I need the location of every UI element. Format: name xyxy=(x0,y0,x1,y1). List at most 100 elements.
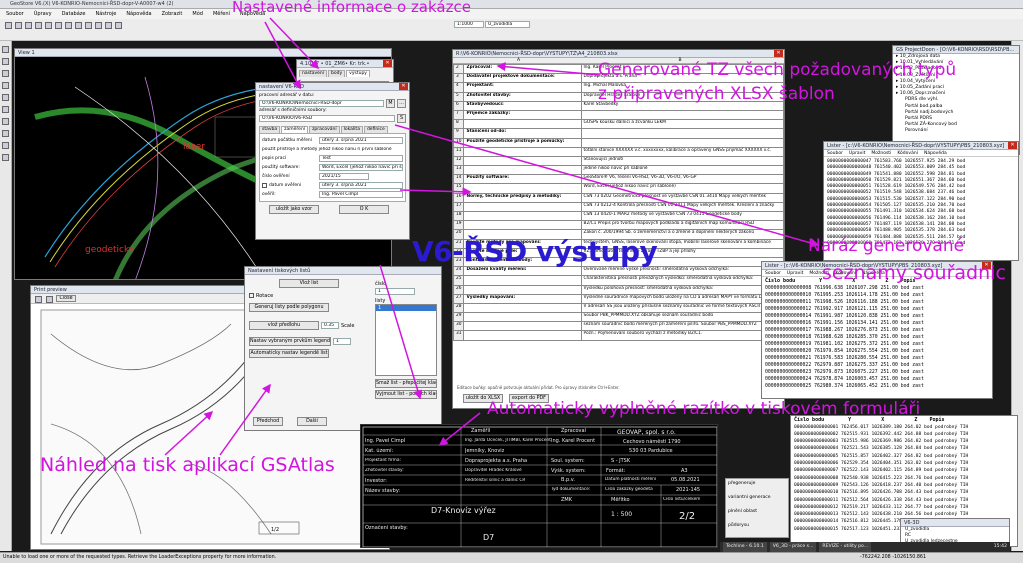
tool-icon[interactable] xyxy=(95,22,102,29)
tz-value-cell[interactable] xyxy=(580,137,784,148)
menu-item[interactable]: Databáze xyxy=(62,9,86,19)
tz-value-cell[interactable]: GOSPS kousku dálnici a žcvaňku LEKM xyxy=(580,119,784,130)
menu-item[interactable]: Nástroje xyxy=(95,9,116,19)
tab-lokalita[interactable]: lokalita xyxy=(340,126,363,133)
tool-icon[interactable] xyxy=(25,22,32,29)
tz-value-cell[interactable]: seznam souřadnic bodů měřených při zaměř… xyxy=(580,321,784,332)
tz-key-cell[interactable]: Projektant: xyxy=(463,82,582,93)
scale-combo[interactable]: 1:1000 xyxy=(454,21,484,28)
verified-by-input[interactable]: Ing. Pavel Cimpl xyxy=(319,191,403,198)
tab-zamereni[interactable]: zaměření xyxy=(281,126,309,133)
tz-row[interactable]: 26 Výsledku polohová přesnost: směrodatná… xyxy=(453,284,784,295)
tz-row[interactable]: 12 Stanovující jednotí xyxy=(453,155,784,167)
tool-icon[interactable] xyxy=(55,22,62,29)
menu-item[interactable]: Mód xyxy=(192,9,203,19)
tz-key-cell[interactable]: Dosažení kvality měření: xyxy=(463,266,582,277)
tool-icon[interactable] xyxy=(105,22,112,29)
tz-key-cell[interactable] xyxy=(463,183,582,194)
tz-value-cell[interactable]: Charakteristika přesnosti převážných výs… xyxy=(580,275,784,286)
tz-row[interactable]: 7 Příjemce zakázky: xyxy=(453,109,784,121)
list-item[interactable]: 0000000000000024 762978.874 1026003.457 … xyxy=(765,376,989,383)
tool-icon[interactable] xyxy=(2,82,9,89)
list-item[interactable]: 0000000000000007 762522.143 1026402.115 … xyxy=(794,467,1014,474)
tz-key-cell[interactable] xyxy=(463,330,582,341)
tz-row[interactable]: 15 Word, Excel (jehož nikoo navic při šab… xyxy=(453,183,784,194)
tz-value-cell[interactable]: Pozn.: Pojmenování souborů vychází z met… xyxy=(580,330,784,341)
tool-icon[interactable] xyxy=(2,58,9,65)
list-item[interactable]: 0000000000000012 761992.917 1026121.115 … xyxy=(765,306,989,313)
menu-item[interactable]: Měření xyxy=(213,9,230,19)
lister-menu[interactable]: Nápověda xyxy=(924,150,947,156)
insert-sheet-button[interactable]: Vlož list xyxy=(279,279,339,288)
list-item[interactable]: 0000000000000001 762456.017 1026389.180 … xyxy=(794,424,1014,431)
date-start-input[interactable]: úterý 3. srpna 2021 xyxy=(319,137,403,144)
set-legend-id-button[interactable]: Nastav vybraným prvkům legendy ID xyxy=(249,337,331,346)
list-item[interactable]: 0000000000000017 761988.267 1026276.873 … xyxy=(765,327,989,334)
tab-nastaveni[interactable]: nastavení xyxy=(299,70,328,77)
scale-input[interactable]: 0.35 xyxy=(321,322,339,329)
generate-sheets-button[interactable]: Generuj listy podle polygonu xyxy=(249,303,329,312)
close-icon[interactable]: ✕ xyxy=(383,60,392,67)
tz-row[interactable]: 17 ČSN 73 0212-4 Kontrola přesnosti ČSN 0… xyxy=(453,201,784,213)
tz-key-cell[interactable]: Zpracoval: xyxy=(463,64,582,75)
tz-value-cell[interactable]: Výsledku polohová přesnost: směrodatná v… xyxy=(580,284,784,295)
taskbar-item[interactable]: Techline - 6.10.1 xyxy=(723,542,767,552)
tool-icon[interactable] xyxy=(35,22,42,29)
tab-vystupy[interactable]: výstupy xyxy=(346,70,370,77)
list-item[interactable]: 0000000000000021 761976.583 1026280.554 … xyxy=(765,355,989,362)
tool-icon[interactable] xyxy=(65,22,72,29)
tz-row[interactable]: 27 Výsledky mapování: Výsledné souřadnice … xyxy=(453,293,784,304)
tool-icon[interactable] xyxy=(2,118,9,125)
lister-menu[interactable]: Upravit xyxy=(787,270,803,276)
settings-dialog[interactable]: nastavení V6-ŘSD ✕ pracovní adresář v dat… xyxy=(255,82,410,240)
m-button[interactable]: M xyxy=(386,99,395,108)
folder-icon[interactable]: … xyxy=(397,99,406,108)
auto-legend-button[interactable]: Automaticky nastav legendě list xyxy=(249,349,329,358)
ok-button[interactable]: O K xyxy=(339,205,389,214)
software-input[interactable]: Word, Excel (jehož nikoo navic při šablo… xyxy=(319,164,403,171)
lister-menu[interactable]: Upravit xyxy=(849,150,865,156)
tz-key-cell[interactable] xyxy=(463,146,582,157)
list-item[interactable]: 1 xyxy=(376,305,436,311)
delete-sheet-button[interactable]: Smaž list - přepočítej kladí xyxy=(375,379,437,388)
layer-combo[interactable]: U_zvodidla xyxy=(485,21,530,28)
taskbar-item[interactable]: V6_3D - práce s... xyxy=(769,542,817,552)
tz-key-cell[interactable] xyxy=(463,220,582,231)
menu-item[interactable]: Úpravy xyxy=(34,9,52,19)
tz-row[interactable]: 14 Použitý software: GeoStore® V6, řešení … xyxy=(453,174,784,185)
tz-key-cell[interactable] xyxy=(463,210,582,222)
list-item[interactable]: 0000000000000010 762516.895 1026426.708 … xyxy=(794,489,1014,496)
tz-row[interactable]: 18 ČSN 13 0420-1 MAR2 metody ve výstavbě … xyxy=(453,210,784,222)
list-item[interactable]: 0000000000000022 762979.887 1026275.337 … xyxy=(765,362,989,369)
tz-value-cell[interactable]: B2/C1 Přepis pro tvorbu mapových podklad… xyxy=(580,220,784,231)
tool-icon[interactable] xyxy=(45,22,52,29)
menu-item[interactable]: Zobrazit xyxy=(162,9,183,19)
list-item[interactable]: 0000000000000006 762529.354 1026404.351 … xyxy=(794,460,1014,467)
lister-menu[interactable]: Soubor xyxy=(827,150,843,156)
tab-definice[interactable]: definice xyxy=(363,126,388,133)
list-item[interactable]: 0000000000000003 762515.986 1026369.986 … xyxy=(794,438,1014,445)
tz-value-cell[interactable] xyxy=(580,128,784,139)
close-icon[interactable]: ✕ xyxy=(774,50,783,57)
tool-icon[interactable] xyxy=(15,22,22,29)
list-item[interactable]: 0000000000000004 762521.543 1026385.128 … xyxy=(794,445,1014,452)
tz-row[interactable]: 24 Dosažení kvality měření: Ověřované měře… xyxy=(453,266,784,277)
tab-body[interactable]: body xyxy=(328,70,346,77)
tz-value-cell[interactable]: Word, Excel (jehož nikoo navic při šablo… xyxy=(580,183,784,194)
tool-icon[interactable] xyxy=(2,130,9,137)
tz-key-cell[interactable] xyxy=(463,201,582,213)
tool-icon[interactable] xyxy=(115,22,122,29)
lister-menu[interactable]: Kódování xyxy=(897,150,918,156)
tz-row[interactable]: 16 Normy, technické předpisy a metodiky: Č… xyxy=(453,192,784,203)
tz-row[interactable]: 10 Použité geodetické přístroje a pomůcky… xyxy=(453,137,784,148)
menu-item[interactable]: Soubor xyxy=(6,9,24,19)
menu-item[interactable]: Nápověda xyxy=(126,9,151,19)
list-item[interactable]: 0000000000000025 762980.374 1026065.452 … xyxy=(765,383,989,390)
tz-row[interactable]: 19 B2/C1 Přepis pro tvorbu mapových podkl… xyxy=(453,220,784,231)
print-icon[interactable] xyxy=(35,296,42,303)
tz-row[interactable]: 29 Soubor PBK_PPMMDD.XYZ obsahuje seznam … xyxy=(453,312,784,323)
tz-key-cell[interactable] xyxy=(463,312,582,323)
tz-value-cell[interactable] xyxy=(580,109,784,121)
previous-button[interactable]: Předchod xyxy=(253,417,283,426)
close-icon[interactable]: ✕ xyxy=(1008,142,1017,149)
